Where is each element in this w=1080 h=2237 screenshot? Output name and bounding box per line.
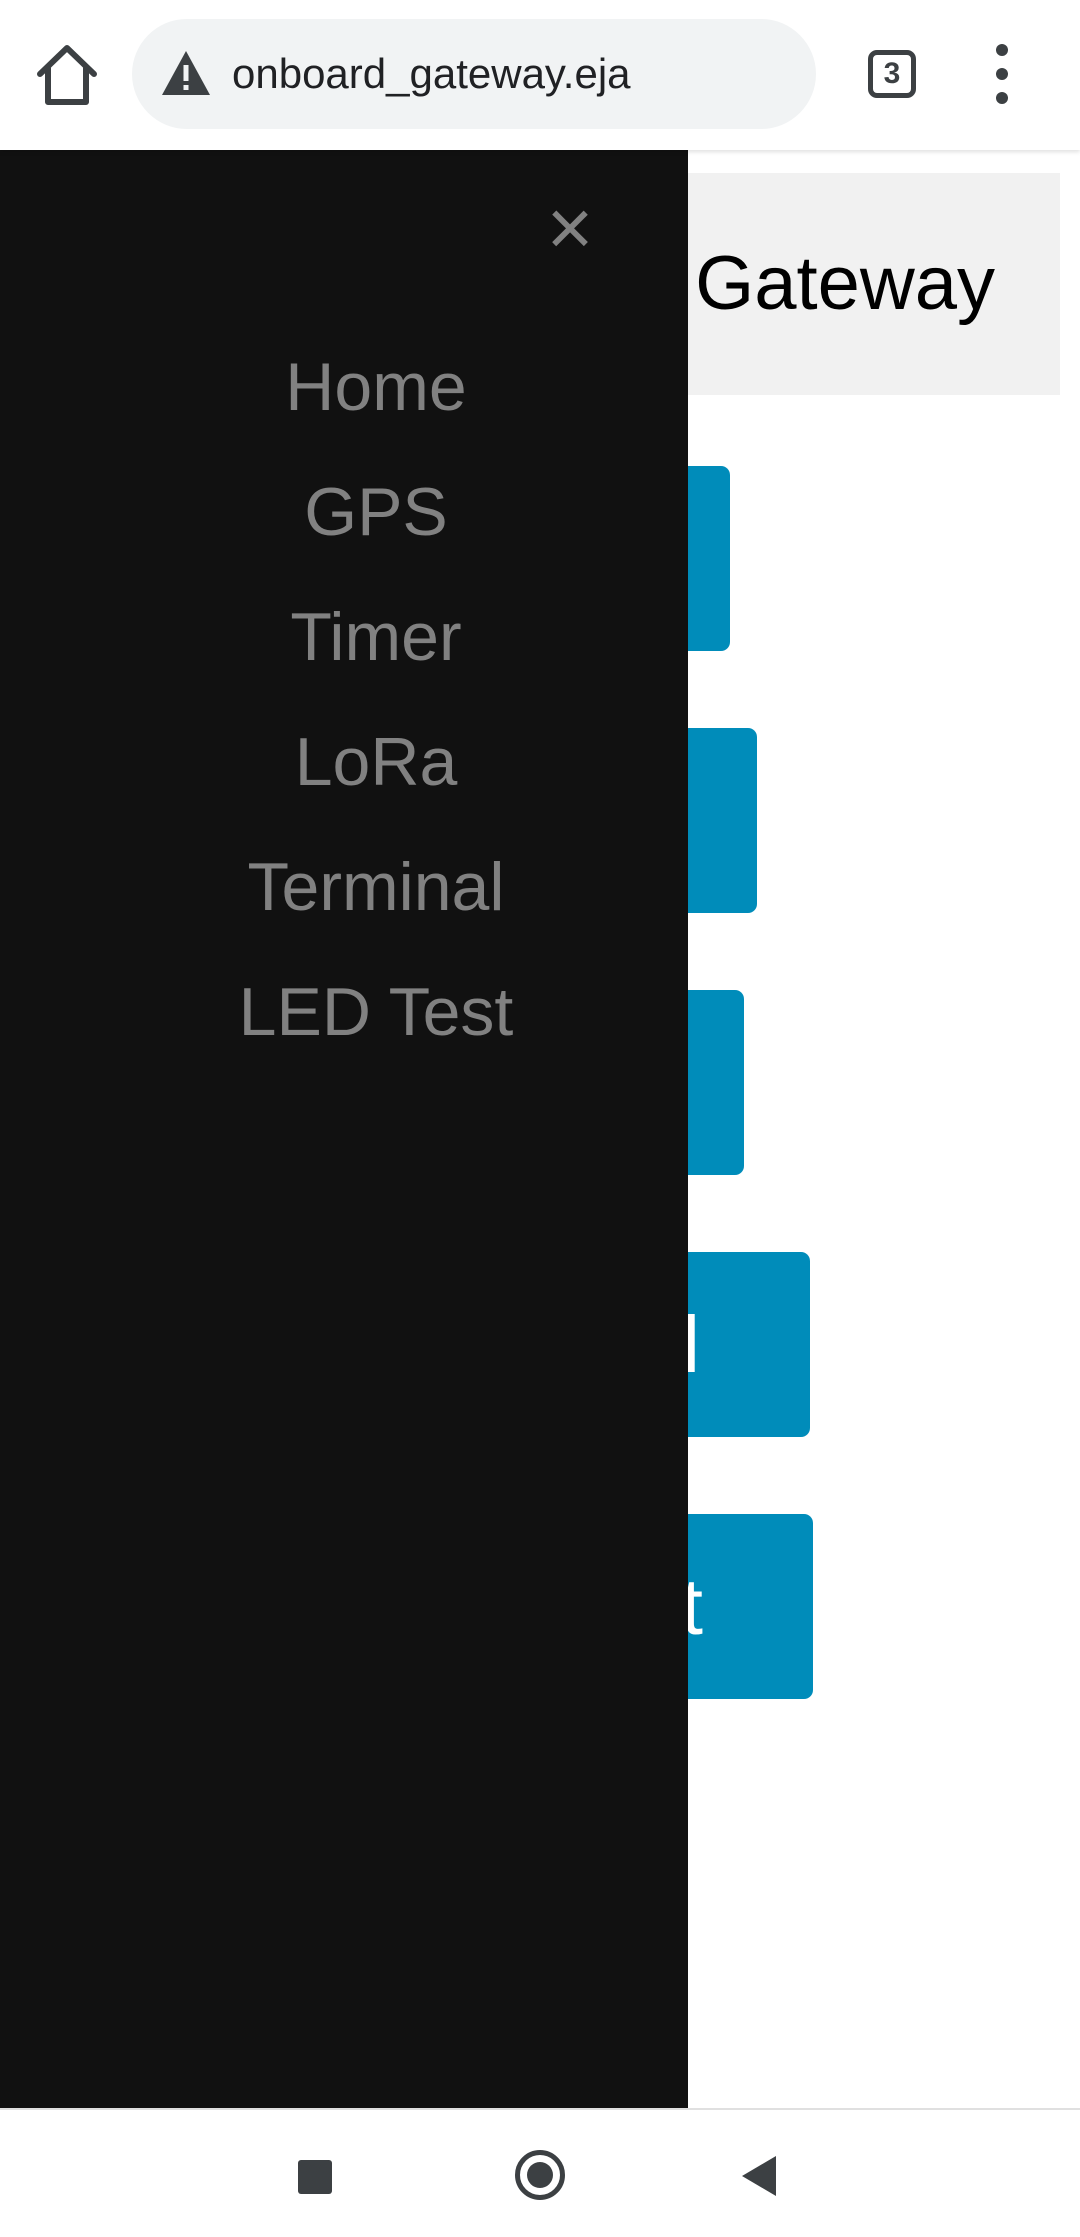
nav-list: Home GPS Timer LoRa Terminal LED Test [0, 325, 752, 1075]
url-text: onboard_gateway.eja [232, 50, 631, 97]
nav-item-home[interactable]: Home [0, 325, 752, 450]
home-icon[interactable] [515, 2150, 565, 2200]
recents-icon[interactable] [298, 2160, 332, 2194]
warning-icon[interactable] [160, 49, 212, 97]
system-nav-bar [0, 2108, 1080, 2237]
home-icon-dot [527, 2162, 553, 2188]
nav-item-lora[interactable]: LoRa [0, 700, 752, 825]
back-icon[interactable] [740, 2154, 778, 2198]
tab-switcher-button[interactable]: 3 [868, 50, 916, 98]
browser-toolbar: onboard_gateway.eja 3 [0, 0, 1080, 150]
nav-item-terminal[interactable]: Terminal [0, 825, 752, 950]
close-icon[interactable]: × [540, 188, 600, 268]
more-vert-icon[interactable] [980, 44, 1024, 104]
home-icon[interactable] [30, 38, 104, 112]
nav-item-gps[interactable]: GPS [0, 450, 752, 575]
screen: onboard_gateway.eja 3 Gateway l t × Home… [0, 0, 1080, 2237]
nav-item-led-test[interactable]: LED Test [0, 950, 752, 1075]
address-bar[interactable]: onboard_gateway.eja [132, 19, 816, 129]
nav-item-timer[interactable]: Timer [0, 575, 752, 700]
side-navigation: × Home GPS Timer LoRa Terminal LED Test [0, 150, 688, 2108]
